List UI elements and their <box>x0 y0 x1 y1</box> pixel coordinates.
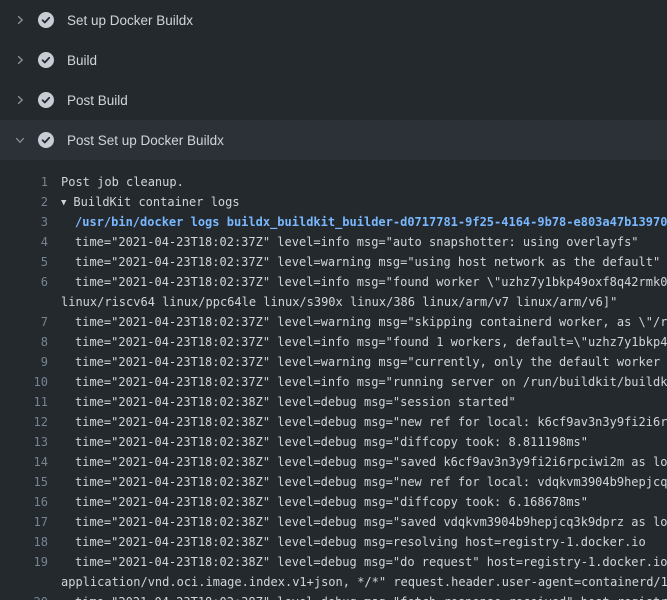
log-line: 11 time="2021-04-23T18:02:38Z" level=deb… <box>0 392 667 412</box>
log-line-number[interactable]: 15 <box>0 472 48 492</box>
check-circle-icon <box>38 12 54 28</box>
log-line-text: time="2021-04-23T18:02:37Z" level=info m… <box>48 232 639 252</box>
log-line-number[interactable]: 12 <box>0 412 48 432</box>
log-line-number[interactable]: 16 <box>0 492 48 512</box>
log-line-text: time="2021-04-23T18:02:37Z" level=info m… <box>48 372 667 392</box>
log-line: 3 /usr/bin/docker logs buildx_buildkit_b… <box>0 212 667 232</box>
log-line-text: linux/riscv64 linux/ppc64le linux/s390x … <box>48 292 617 312</box>
check-circle-icon <box>38 92 54 108</box>
log-line-number[interactable] <box>0 292 48 312</box>
log-line: 5 time="2021-04-23T18:02:37Z" level=warn… <box>0 252 667 272</box>
log-line: 6 time="2021-04-23T18:02:37Z" level=info… <box>0 272 667 292</box>
log-line-text: time="2021-04-23T18:02:38Z" level=debug … <box>48 472 667 492</box>
chevron-down-icon[interactable] <box>14 134 28 146</box>
log-line: 18 time="2021-04-23T18:02:38Z" level=deb… <box>0 532 667 552</box>
log-line: 20 time="2021-04-23T18:02:38Z" level=deb… <box>0 592 667 600</box>
log-line-number[interactable]: 19 <box>0 552 48 572</box>
log-line: 15 time="2021-04-23T18:02:38Z" level=deb… <box>0 472 667 492</box>
log-line: application/vnd.oci.image.index.v1+json,… <box>0 572 667 592</box>
log-line-text: time="2021-04-23T18:02:38Z" level=debug … <box>48 592 667 600</box>
log-line: 7 time="2021-04-23T18:02:37Z" level=warn… <box>0 312 667 332</box>
log-line-text: time="2021-04-23T18:02:38Z" level=debug … <box>48 492 588 512</box>
log-line-text: time="2021-04-23T18:02:37Z" level=warnin… <box>48 312 667 332</box>
log-line-number[interactable]: 20 <box>0 592 48 600</box>
log-line-number[interactable]: 17 <box>0 512 48 532</box>
step-label: Set up Docker Buildx <box>67 13 193 28</box>
log-line-text: time="2021-04-23T18:02:38Z" level=debug … <box>48 432 588 452</box>
log-line-text: Post job cleanup. <box>48 172 184 192</box>
step-header[interactable]: Post Set up Docker Buildx <box>0 120 667 160</box>
log-line: 2 ▼BuildKit container logs <box>0 192 667 212</box>
log-line: 19 time="2021-04-23T18:02:38Z" level=deb… <box>0 552 667 572</box>
group-toggle-icon[interactable]: ▼ <box>61 198 66 208</box>
chevron-right-icon[interactable] <box>14 54 28 66</box>
log-line: 17 time="2021-04-23T18:02:38Z" level=deb… <box>0 512 667 532</box>
log-line-number[interactable]: 7 <box>0 312 48 332</box>
log-line: 12 time="2021-04-23T18:02:38Z" level=deb… <box>0 412 667 432</box>
log-line: 16 time="2021-04-23T18:02:38Z" level=deb… <box>0 492 667 512</box>
log-line-text: ▼BuildKit container logs <box>48 192 240 212</box>
log-line-number[interactable]: 9 <box>0 352 48 372</box>
check-circle-icon <box>38 132 54 148</box>
log-line-text: time="2021-04-23T18:02:37Z" level=warnin… <box>48 352 667 372</box>
step-header[interactable]: Set up Docker Buildx <box>0 0 667 40</box>
log-line: 9 time="2021-04-23T18:02:37Z" level=warn… <box>0 352 667 372</box>
log-line: 10 time="2021-04-23T18:02:37Z" level=inf… <box>0 372 667 392</box>
check-circle-icon <box>38 52 54 68</box>
log-line-number[interactable]: 3 <box>0 212 48 232</box>
log-line: 4 time="2021-04-23T18:02:37Z" level=info… <box>0 232 667 252</box>
log-line: 13 time="2021-04-23T18:02:38Z" level=deb… <box>0 432 667 452</box>
log-line-number[interactable]: 11 <box>0 392 48 412</box>
log-line-number[interactable]: 18 <box>0 532 48 552</box>
log-line-text: time="2021-04-23T18:02:38Z" level=debug … <box>48 552 667 572</box>
log-line-number[interactable]: 6 <box>0 272 48 292</box>
log-line: 1 Post job cleanup. <box>0 172 667 192</box>
log-line-number[interactable]: 13 <box>0 432 48 452</box>
log-line-text: /usr/bin/docker logs buildx_buildkit_bui… <box>48 212 667 232</box>
chevron-right-icon[interactable] <box>14 14 28 26</box>
actions-log-viewer: Set up Docker Buildx Build Post Build Po… <box>0 0 667 600</box>
steps-list: Set up Docker Buildx Build Post Build Po… <box>0 0 667 160</box>
log-line-text: time="2021-04-23T18:02:37Z" level=info m… <box>48 332 667 352</box>
step-label: Build <box>67 53 97 68</box>
step-header[interactable]: Post Build <box>0 80 667 120</box>
log-line-text: time="2021-04-23T18:02:38Z" level=debug … <box>48 412 667 432</box>
log-line-number[interactable]: 2 <box>0 192 48 212</box>
step-header[interactable]: Build <box>0 40 667 80</box>
log-line-text: time="2021-04-23T18:02:38Z" level=debug … <box>48 532 646 552</box>
log-line-text: time="2021-04-23T18:02:37Z" level=info m… <box>48 272 667 292</box>
log-line-text: time="2021-04-23T18:02:37Z" level=warnin… <box>48 252 660 272</box>
log-line-text: time="2021-04-23T18:02:38Z" level=debug … <box>48 392 516 412</box>
log-line-number[interactable]: 5 <box>0 252 48 272</box>
log-line: 8 time="2021-04-23T18:02:37Z" level=info… <box>0 332 667 352</box>
log-line-number[interactable]: 8 <box>0 332 48 352</box>
log-line-number[interactable]: 4 <box>0 232 48 252</box>
log-area: 1 Post job cleanup. 2 ▼BuildKit containe… <box>0 160 667 600</box>
log-line-number[interactable] <box>0 572 48 592</box>
log-line-number[interactable]: 14 <box>0 452 48 472</box>
chevron-right-icon[interactable] <box>14 94 28 106</box>
log-line-text: application/vnd.oci.image.index.v1+json,… <box>48 572 667 592</box>
log-line-text: time="2021-04-23T18:02:38Z" level=debug … <box>48 512 667 532</box>
log-line-text: time="2021-04-23T18:02:38Z" level=debug … <box>48 452 667 472</box>
step-label: Post Set up Docker Buildx <box>67 133 224 148</box>
step-label: Post Build <box>67 93 128 108</box>
log-line: linux/riscv64 linux/ppc64le linux/s390x … <box>0 292 667 312</box>
log-line-number[interactable]: 1 <box>0 172 48 192</box>
log-line: 14 time="2021-04-23T18:02:38Z" level=deb… <box>0 452 667 472</box>
log-line-number[interactable]: 10 <box>0 372 48 392</box>
